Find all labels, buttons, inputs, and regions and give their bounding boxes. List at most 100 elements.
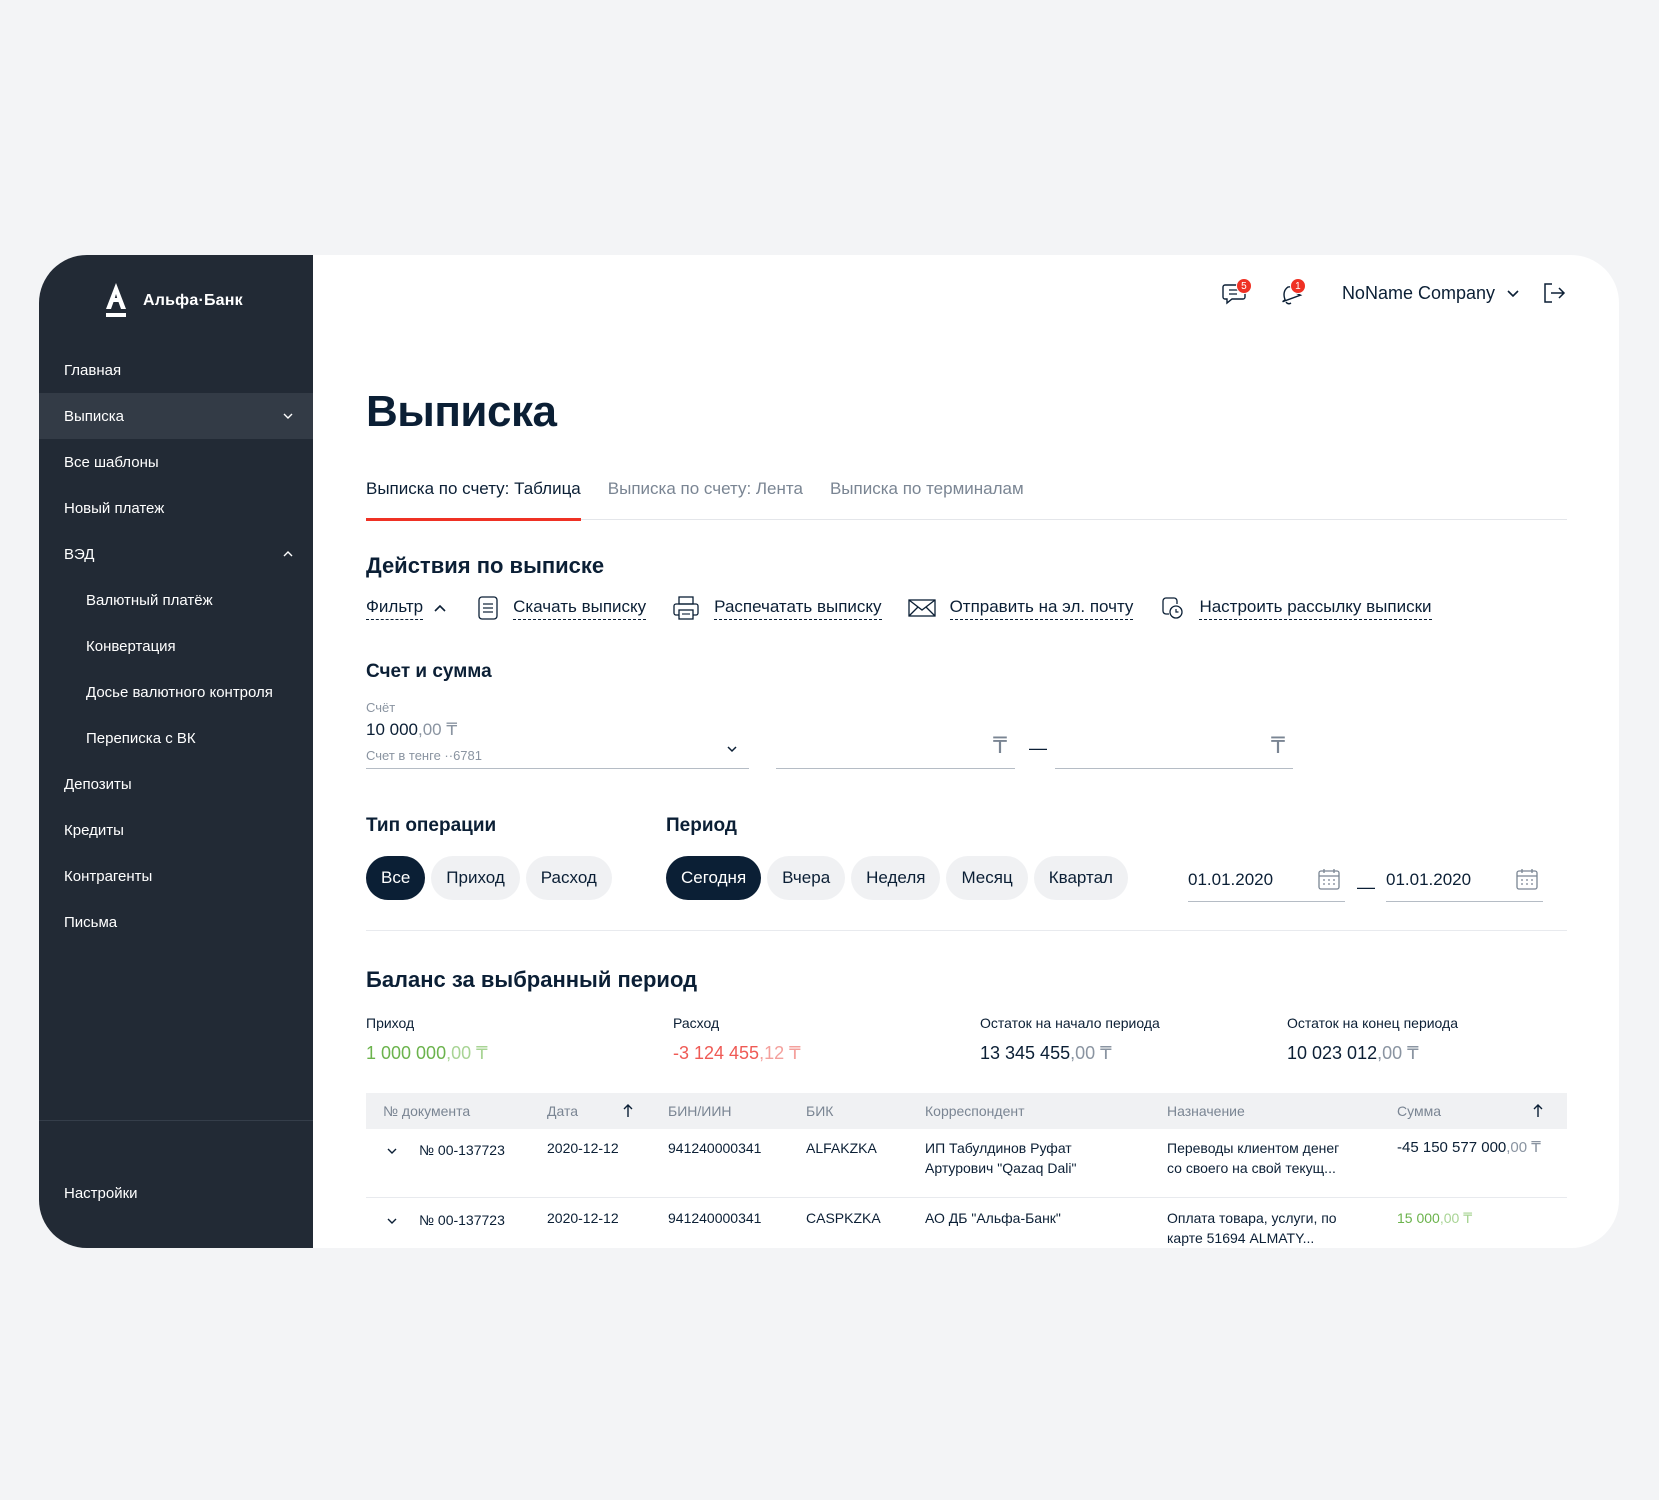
balance-expense-dec: ,12 <box>759 1043 785 1063</box>
date-from-input[interactable]: 01.01.2020 <box>1188 859 1345 902</box>
date-from-value: 01.01.2020 <box>1188 870 1274 889</box>
tenge-icon: ₸ <box>1463 1210 1473 1226</box>
app-window: Альфа·Банк Главная Выписка Все шаблоны Н… <box>39 255 1619 1248</box>
balance-expense-value: -3 124 455,12 ₸ <box>673 1043 801 1064</box>
balance-income-value: 1 000 000,00 ₸ <box>366 1043 488 1064</box>
chevron-down-icon[interactable] <box>386 1215 398 1227</box>
column-purpose[interactable]: Назначение <box>1167 1103 1245 1119</box>
notifications-button[interactable]: 1 <box>1272 276 1306 310</box>
amount-range-dash: — <box>1029 738 1047 758</box>
chip-quarter[interactable]: Квартал <box>1033 856 1128 900</box>
chip-expense[interactable]: Расход <box>525 856 612 900</box>
row-correspondent-line1: АО ДБ "Альфа-Банк" <box>925 1210 1061 1226</box>
filter-label: Фильтр <box>366 597 424 620</box>
sidebar-item-currency-dossier[interactable]: Досье валютного контроля <box>39 669 313 715</box>
chevron-down-icon[interactable] <box>386 1145 398 1157</box>
printer-icon <box>673 596 699 620</box>
chip-all[interactable]: Все <box>366 856 426 900</box>
account-amount-int: 10 000 <box>366 720 418 739</box>
calendar-icon <box>1516 869 1538 890</box>
brand-logo[interactable]: Альфа·Банк <box>103 281 243 321</box>
tenge-icon: ₸ <box>1271 733 1285 758</box>
operation-type-title: Тип операции <box>366 815 497 836</box>
tab-terminal-statement[interactable]: Выписка по терминалам <box>830 475 1024 520</box>
amount-from-input[interactable]: ₸ <box>776 725 1015 769</box>
sidebar-item-label: Письма <box>64 913 118 931</box>
chip-week[interactable]: Неделя <box>851 856 941 900</box>
row-amount: 15 000,00 ₸ <box>1397 1208 1472 1228</box>
column-bik[interactable]: БИК <box>806 1103 833 1119</box>
amount-to-input[interactable]: ₸ <box>1055 725 1293 769</box>
chevron-down-icon <box>1507 290 1519 298</box>
sidebar-item-deposits[interactable]: Депозиты <box>39 761 313 807</box>
column-date[interactable]: Дата <box>547 1103 578 1119</box>
row-bik: CASPKZKA <box>806 1210 881 1226</box>
row-amount-dec: ,00 <box>1506 1139 1528 1156</box>
account-amount-dec: ,00 <box>418 720 442 739</box>
filter-toggle[interactable]: Фильтр <box>366 597 447 620</box>
row-correspondent-line2: Артурович "Qazaq Dali" <box>925 1160 1077 1176</box>
company-name: NoName Company <box>1341 282 1495 303</box>
row-amount-int: 15 000 <box>1397 1210 1440 1226</box>
sidebar-item-templates[interactable]: Все шаблоны <box>39 439 313 485</box>
download-statement-button[interactable]: Скачать выписку <box>477 595 647 621</box>
chip-income[interactable]: Приход <box>431 856 520 900</box>
envelope-icon <box>907 599 936 617</box>
balance-expense-int: -3 124 455 <box>673 1043 760 1063</box>
sidebar-item-counterparties[interactable]: Контрагенты <box>39 853 313 899</box>
page-title: Выписка <box>366 387 557 436</box>
sidebar-item-ved[interactable]: ВЭД <box>39 531 313 577</box>
column-bin[interactable]: БИН/ИИН <box>668 1103 732 1119</box>
sidebar-item-settings[interactable]: Настройки <box>64 1185 138 1202</box>
sort-arrow-up-icon[interactable] <box>1531 1103 1545 1119</box>
account-select[interactable]: Счёт 10 000,00 ₸ Счет в тенге ··6781 <box>366 700 749 769</box>
row-correspondent-line1: ИП Табулдинов Руфат <box>925 1140 1072 1156</box>
amount-to-underline <box>1055 768 1293 769</box>
row-doc-number: № 00-137723 <box>419 1212 505 1228</box>
table-row[interactable]: № 00-137723 2020-12-12 941240000341 CASP… <box>366 1208 1567 1248</box>
tenge-icon: ₸ <box>1531 1139 1541 1156</box>
row-bin: 941240000341 <box>668 1210 762 1226</box>
chip-yesterday[interactable]: Вчера <box>767 856 846 900</box>
sidebar-item-credits[interactable]: Кредиты <box>39 807 313 853</box>
sidebar-item-home[interactable]: Главная <box>39 347 313 393</box>
logout-icon[interactable] <box>1541 280 1567 306</box>
sidebar-item-letters[interactable]: Письма <box>39 899 313 945</box>
subscribe-statement-button[interactable]: Настроить рассылку выписки <box>1159 595 1432 621</box>
chip-month[interactable]: Месяц <box>946 856 1028 900</box>
row-purpose-line1: Переводы клиентом денег <box>1167 1140 1340 1156</box>
company-selector[interactable]: NoName Company <box>1342 283 1521 304</box>
sidebar-item-vk-correspondence[interactable]: Переписка с ВК <box>39 715 313 761</box>
sidebar-item-label: Конвертация <box>86 637 176 655</box>
sort-arrow-up-icon[interactable] <box>621 1103 635 1119</box>
sidebar-item-currency-payment[interactable]: Валютный платёж <box>39 577 313 623</box>
table-row[interactable]: № 00-137723 2020-12-12 941240000341 ALFA… <box>366 1138 1567 1198</box>
sidebar-item-label: Выписка <box>64 407 125 425</box>
column-correspondent[interactable]: Корреспондент <box>925 1103 1025 1119</box>
balance-end-dec: ,00 <box>1377 1043 1403 1063</box>
statement-actions: Фильтр Скачать выписку Распечатать выпис… <box>366 595 1458 621</box>
messages-button[interactable]: 5 <box>1218 276 1252 310</box>
amount-from-underline <box>776 768 1015 769</box>
row-divider <box>366 1197 1567 1198</box>
account-amount: 10 000,00 ₸ <box>366 720 457 740</box>
print-statement-button[interactable]: Распечатать выписку <box>672 595 882 621</box>
sidebar-item-new-payment[interactable]: Новый платеж <box>39 485 313 531</box>
column-amount[interactable]: Сумма <box>1397 1103 1441 1119</box>
sidebar-nav: Главная Выписка Все шаблоны Новый платеж… <box>39 347 313 945</box>
column-doc-number[interactable]: № документа <box>383 1103 470 1119</box>
date-to-input[interactable]: 01.01.2020 <box>1386 859 1543 902</box>
sidebar-item-label: Все шаблоны <box>64 453 159 471</box>
email-statement-button[interactable]: Отправить на эл. почту <box>907 597 1134 620</box>
tab-statement-table[interactable]: Выписка по счету: Таблица <box>366 475 581 521</box>
sidebar-item-statement[interactable]: Выписка <box>39 393 313 439</box>
statement-tabs: Выписка по счету: Таблица Выписка по сче… <box>366 475 1567 521</box>
date-from-underline <box>1188 901 1345 902</box>
topbar: 5 1 NoName Company <box>1218 275 1567 311</box>
sidebar-item-conversion[interactable]: Конвертация <box>39 623 313 669</box>
balance-start-dec: ,00 <box>1070 1043 1096 1063</box>
tab-statement-feed[interactable]: Выписка по счету: Лента <box>608 475 803 520</box>
sidebar-item-label: Переписка с ВК <box>86 729 196 747</box>
calendar-icon <box>1318 869 1340 890</box>
chip-today[interactable]: Сегодня <box>666 856 762 900</box>
